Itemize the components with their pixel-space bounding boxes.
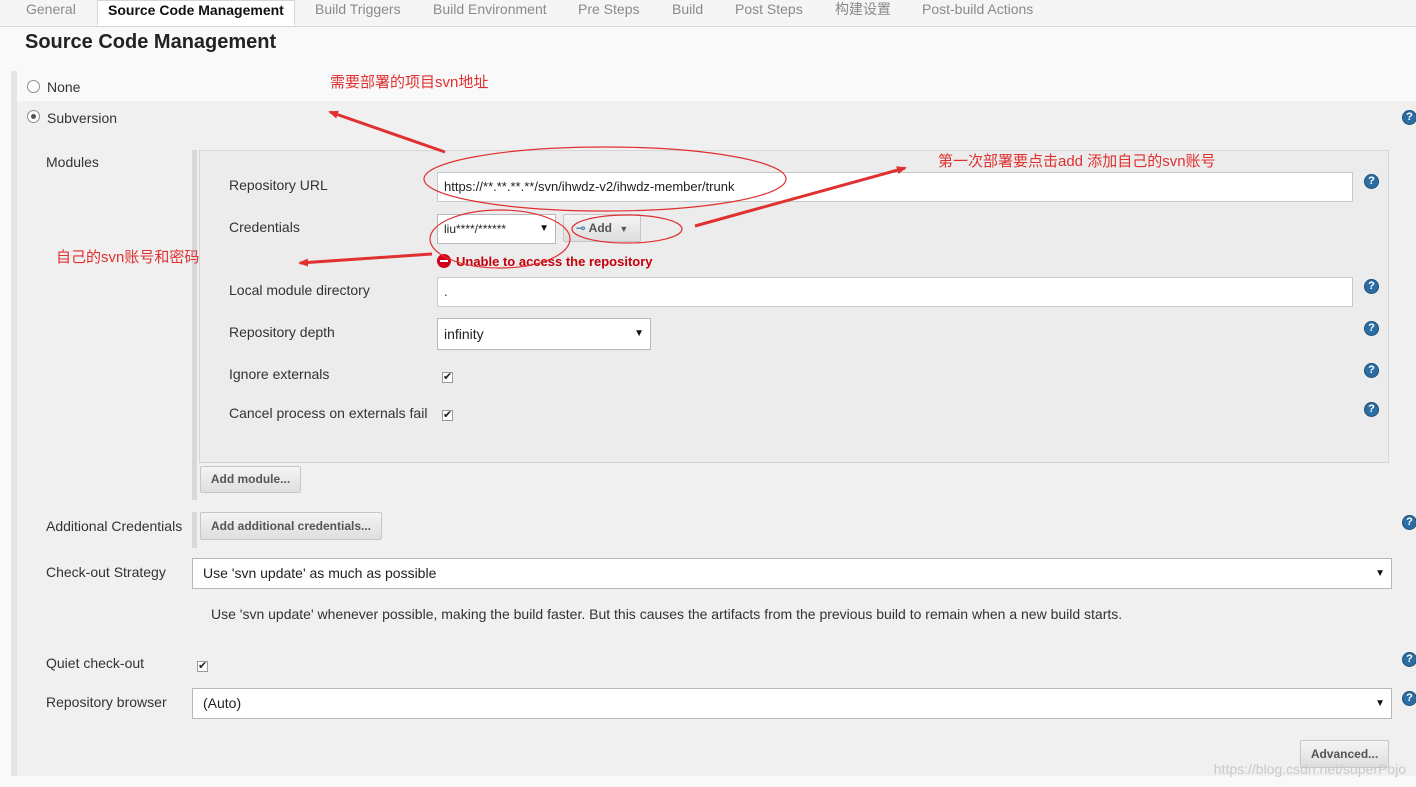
scm-subversion-radio[interactable]	[27, 110, 40, 123]
quiet-checkout-label: Quiet check-out	[46, 655, 145, 671]
help-icon[interactable]: ?	[1402, 652, 1416, 667]
chevron-down-icon: ▼	[1375, 698, 1385, 709]
credentials-error-text: Unable to access the repository	[456, 254, 653, 269]
checkout-strategy-label: Check-out Strategy	[46, 564, 166, 580]
credentials-value: liu****/******	[444, 222, 507, 236]
checkout-strategy-select[interactable]: Use 'svn update' as much as possible ▼	[192, 558, 1392, 589]
tab-bar: General Source Code Management Build Tri…	[0, 0, 1416, 27]
help-icon[interactable]: ?	[1364, 279, 1379, 294]
scm-subversion-label: Subversion	[47, 110, 118, 126]
help-icon[interactable]: ?	[1402, 110, 1416, 125]
annotation-svn-address: 需要部署的项目svn地址	[330, 74, 489, 91]
cancel-process-checkbox[interactable]: ✔	[442, 410, 453, 421]
repository-url-label: Repository URL	[229, 177, 328, 193]
credentials-label: Credentials	[229, 219, 300, 235]
tab-pre-steps[interactable]: Pre Steps	[578, 0, 639, 26]
error-icon	[437, 254, 451, 268]
add-additional-credentials-button[interactable]: Add additional credentials...	[200, 512, 382, 540]
chevron-down-icon: ▼	[539, 223, 549, 234]
help-icon[interactable]: ?	[1364, 321, 1379, 336]
tab-source-code-management[interactable]: Source Code Management	[97, 0, 295, 26]
repository-depth-label: Repository depth	[229, 324, 335, 340]
quiet-checkout-checkbox[interactable]: ✔	[197, 661, 208, 672]
key-icon: ⊸	[575, 221, 586, 235]
repository-depth-value: infinity	[444, 326, 484, 342]
credentials-add-button[interactable]: ⊸ Add ▼	[563, 214, 641, 242]
local-module-directory-label: Local module directory	[229, 282, 370, 298]
ignore-externals-checkbox[interactable]: ✔	[442, 372, 453, 383]
modules-bar	[192, 150, 197, 500]
scm-none-label: None	[47, 79, 81, 95]
credentials-error: Unable to access the repository	[437, 254, 653, 269]
additional-credentials-label: Additional Credentials	[46, 518, 183, 534]
repository-url-input[interactable]: https://**.**.**.**/svn/ihwdz-v2/ihwdz-m…	[437, 172, 1353, 202]
add-module-button[interactable]: Add module...	[200, 466, 301, 493]
annotation-own-account: 自己的svn账号和密码	[56, 249, 200, 266]
annotation-first-deploy: 第一次部署要点击add 添加自己的svn账号	[938, 153, 1216, 170]
checkout-strategy-description: Use 'svn update' whenever possible, maki…	[211, 606, 1123, 622]
tab-build-triggers[interactable]: Build Triggers	[315, 0, 401, 26]
ignore-externals-label: Ignore externals	[229, 366, 330, 382]
credentials-add-label: Add	[588, 221, 612, 235]
tab-general[interactable]: General	[26, 0, 76, 26]
chevron-down-icon: ▼	[1375, 568, 1385, 579]
tab-build[interactable]: Build	[672, 0, 703, 26]
cancel-process-label: Cancel process on externals fail	[229, 405, 428, 421]
help-icon[interactable]: ?	[1364, 174, 1379, 189]
tab-build-environment[interactable]: Build Environment	[433, 0, 547, 26]
help-icon[interactable]: ?	[1364, 402, 1379, 417]
watermark: https://blog.csdn.net/superPojo	[1213, 761, 1406, 777]
local-module-directory-input[interactable]: .	[437, 277, 1353, 307]
section-title: Source Code Management	[25, 31, 277, 53]
help-icon[interactable]: ?	[1402, 515, 1416, 530]
repository-browser-label: Repository browser	[46, 694, 167, 710]
repository-browser-value: (Auto)	[203, 695, 242, 711]
chevron-down-icon: ▼	[619, 224, 629, 234]
chevron-down-icon: ▼	[634, 328, 644, 339]
checkout-strategy-value: Use 'svn update' as much as possible	[203, 565, 437, 581]
tab-post-steps[interactable]: Post Steps	[735, 0, 803, 26]
credentials-select[interactable]: liu****/****** ▼	[437, 214, 556, 244]
tab-post-build-actions[interactable]: Post-build Actions	[922, 0, 1033, 26]
help-icon[interactable]: ?	[1402, 691, 1416, 706]
modules-label: Modules	[46, 154, 99, 170]
help-icon[interactable]: ?	[1364, 363, 1379, 378]
tab-build-settings[interactable]: 构建设置	[835, 0, 891, 26]
repository-browser-select[interactable]: (Auto) ▼	[192, 688, 1392, 719]
repository-depth-select[interactable]: infinity ▼	[437, 318, 651, 350]
additional-credentials-bar	[192, 512, 197, 548]
scm-none-radio[interactable]	[27, 80, 40, 93]
